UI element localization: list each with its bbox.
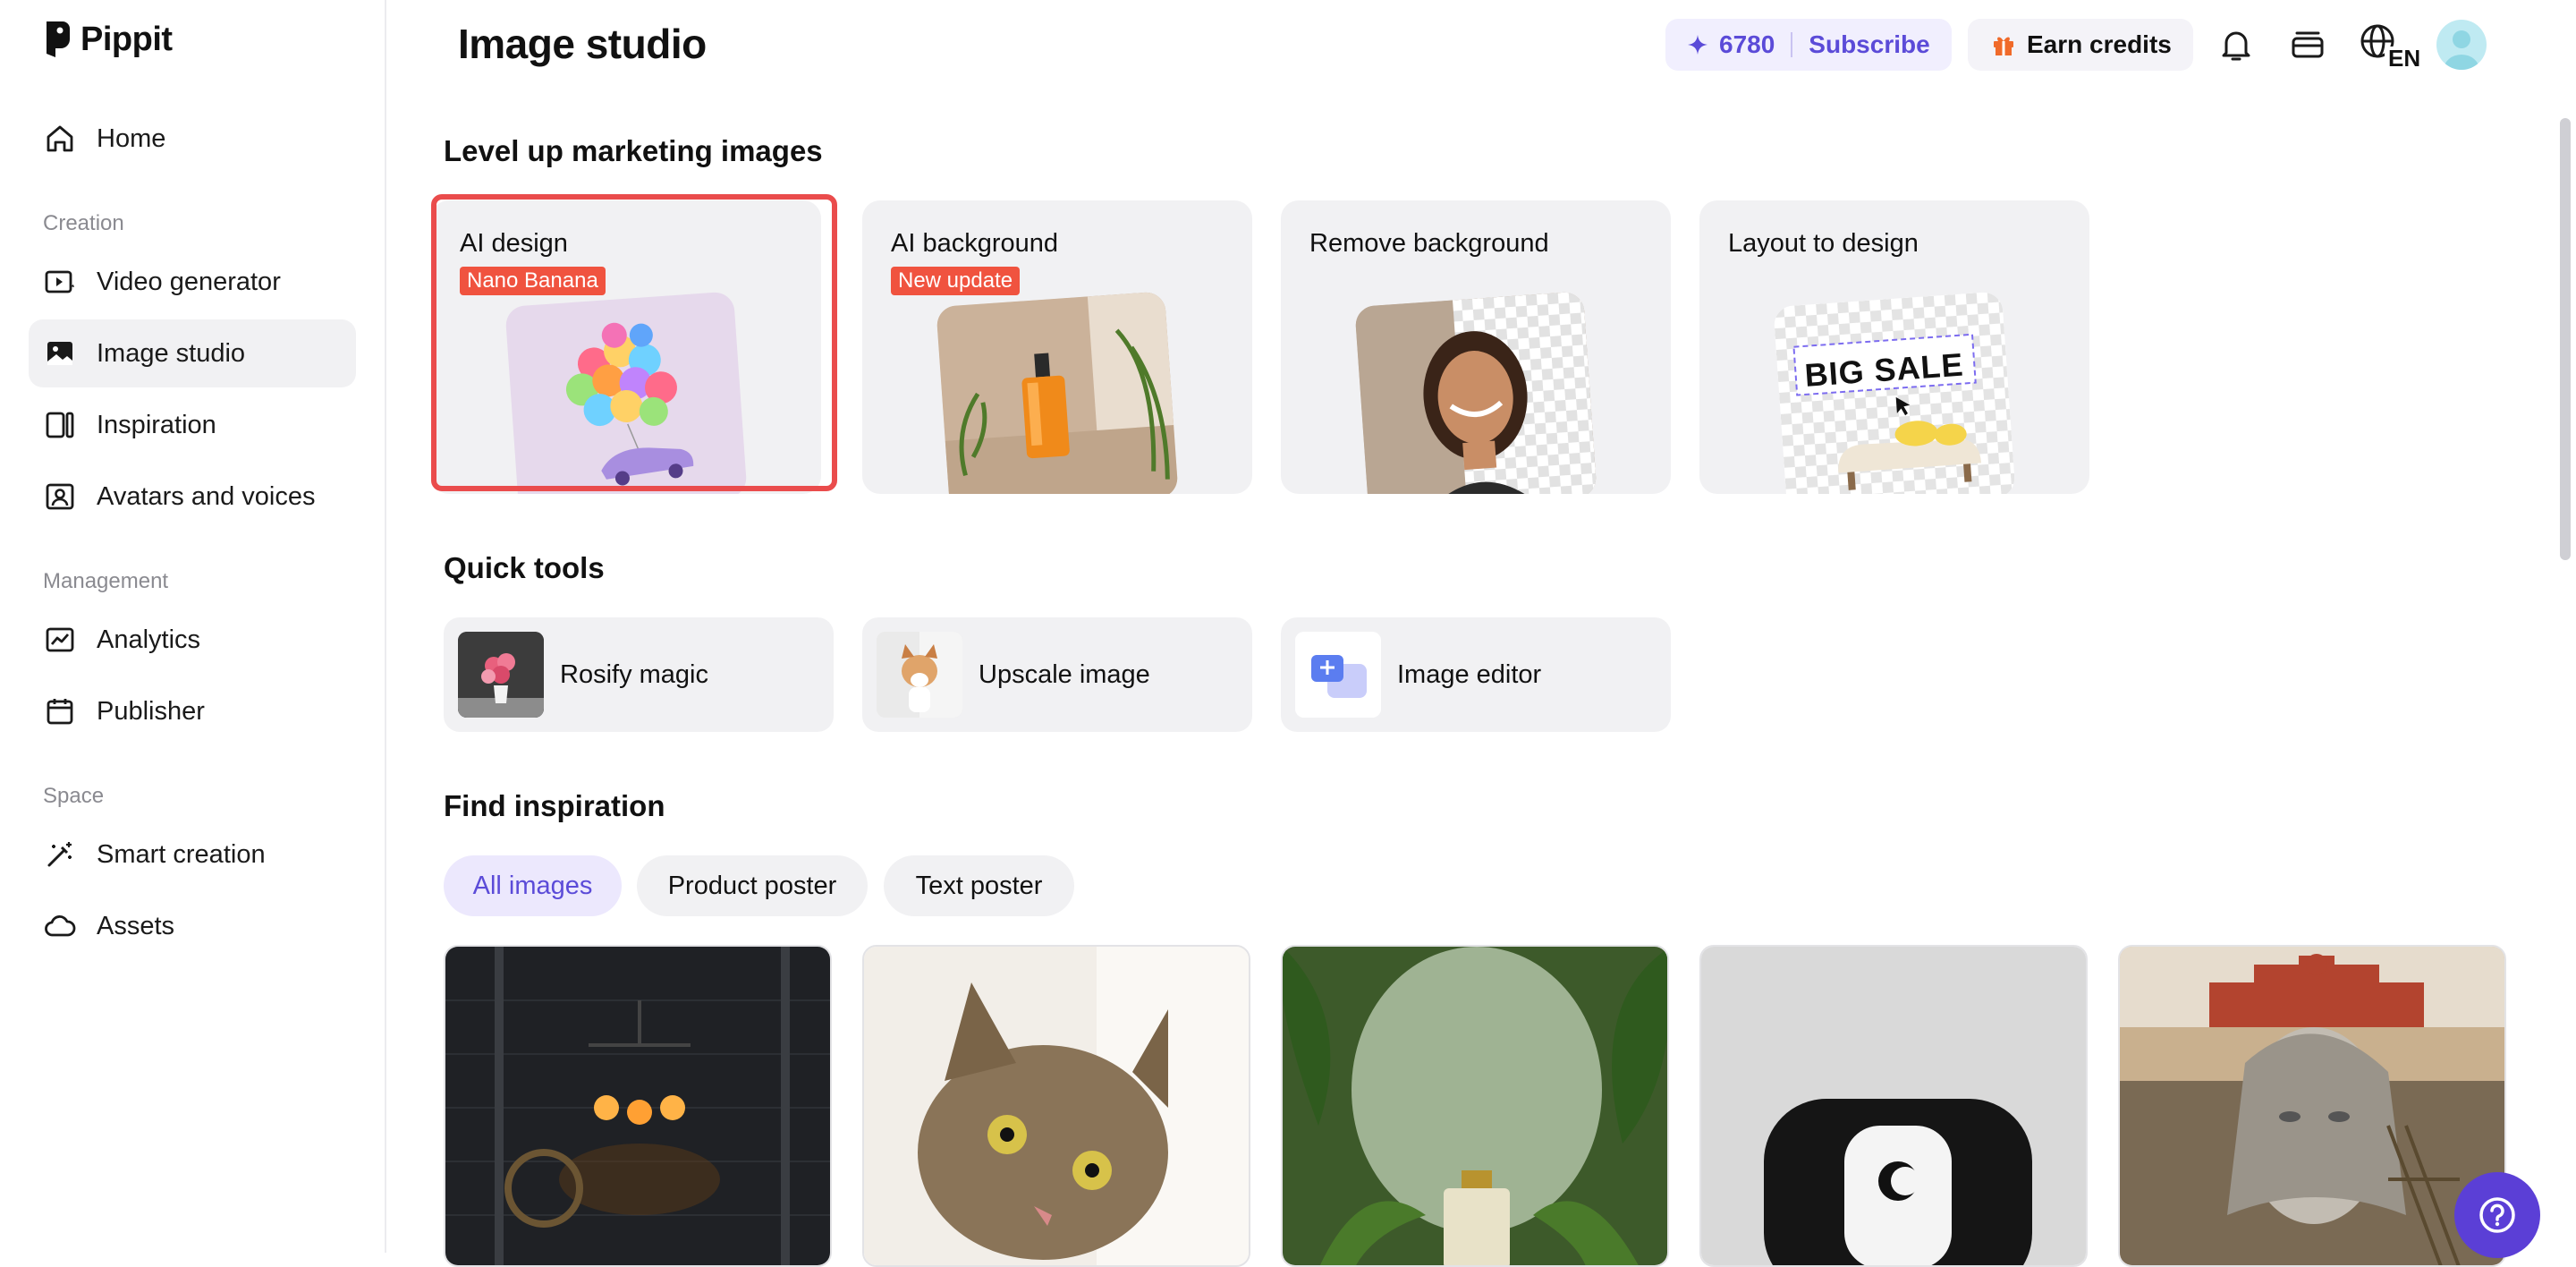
notifications-button[interactable] [2215,23,2258,66]
calendar-icon [47,699,73,725]
page-scrollbar[interactable] [2560,118,2571,560]
gift-icon [1994,37,2013,55]
card-stack-icon [2292,31,2324,58]
language-code: EN [2388,45,2421,72]
avatar-voice-icon [46,483,74,510]
sidebar-item-image-studio[interactable]: Image studio [29,319,356,387]
tool-image-editor[interactable]: Image editor [1281,617,1671,732]
pippit-logo-icon [47,21,70,57]
card-title: AI background [891,229,1059,258]
earn-credits-label: Earn credits [2027,30,2172,58]
sidebar-item-label: Video generator [97,267,281,296]
card-art-portrait-cutout [1354,291,1597,494]
upscale-thumbnail [877,632,962,718]
card-badge: Nano Banana [460,267,606,295]
app-logo[interactable]: Pippit [43,20,173,59]
sidebar-item-analytics[interactable]: Analytics [29,606,356,674]
divider [1791,32,1793,57]
feature-card-layout-to-design[interactable]: Layout to design BIG SALE [1699,200,2089,494]
help-button[interactable] [2454,1172,2540,1258]
filter-product-poster[interactable]: Product poster [637,855,868,916]
credits-subscribe-pill[interactable]: 6780 Subscribe [1665,19,1952,71]
sidebar-item-label: Analytics [97,625,201,654]
home-icon [47,125,73,152]
feature-card-ai-design[interactable]: AI design Nano Banana [431,200,821,494]
sidebar-item-smart-creation[interactable]: Smart creation [29,821,356,889]
gallery-image-industrial-lamps[interactable] [444,945,832,1267]
section-label-space: Space [43,784,105,808]
section-label-creation: Creation [43,211,124,235]
gallery-image-jungle-perfume[interactable] [1281,945,1669,1267]
analytics-icon [46,627,74,652]
filter-all-images[interactable]: All images [444,855,622,916]
sparkle-icon [1688,35,1707,55]
tool-label: Upscale image [979,659,1150,689]
filter-text-poster[interactable]: Text poster [884,855,1074,916]
sidebar-item-label: Image studio [97,338,246,368]
subscribe-link[interactable]: Subscribe [1809,30,1929,59]
card-art-balloon-car [504,291,748,494]
sidebar-item-home[interactable]: Home [29,105,356,173]
magic-wand-icon [47,842,72,867]
card-title: Layout to design [1728,229,1919,258]
tool-upscale-image[interactable]: Upscale image [862,617,1252,732]
sidebar-item-avatars-and-voices[interactable]: Avatars and voices [29,463,356,531]
cloud-icon [45,915,76,937]
image-editor-thumbnail [1295,632,1381,718]
user-avatar[interactable] [2436,20,2487,70]
tool-rosify-magic[interactable]: Rosify magic [444,617,834,732]
rosify-thumbnail [458,632,544,718]
bell-icon [2222,31,2250,61]
gallery-image-statue-palace[interactable] [2118,945,2506,1267]
credits-count: 6780 [1719,30,1775,58]
inspiration-icon [46,412,74,438]
card-art-big-sale: BIG SALE [1773,291,2016,494]
section-label-management: Management [43,569,169,593]
billing-button[interactable] [2286,23,2329,66]
sidebar-item-publisher[interactable]: Publisher [29,677,356,745]
sidebar-item-label: Inspiration [97,410,216,439]
sidebar-item-label: Avatars and voices [97,481,316,511]
section-heading-inspiration: Find inspiration [444,789,665,822]
tool-label: Rosify magic [560,659,708,689]
section-heading-quick-tools: Quick tools [444,551,605,584]
card-title: AI design [460,229,568,258]
card-title: Remove background [1309,229,1549,258]
earn-credits-button[interactable]: Earn credits [1968,19,2193,71]
sidebar-item-label: Assets [97,911,175,940]
sidebar-item-label: Home [97,123,166,153]
sidebar-item-assets[interactable]: Assets [29,892,356,960]
sidebar-item-video-generator[interactable]: Video generator [29,248,356,316]
gallery-image-cat[interactable] [862,945,1250,1267]
card-art-perfume [936,291,1179,494]
image-studio-icon [47,342,72,365]
sidebar-item-label: Smart creation [97,839,266,869]
app-name: Pippit [80,20,173,58]
section-heading-marketing: Level up marketing images [444,134,823,167]
gallery-image-fluffy-object[interactable] [1699,945,2088,1267]
feature-card-ai-background[interactable]: AI background New update [862,200,1252,494]
tool-label: Image editor [1397,659,1542,689]
language-button[interactable]: EN [2358,23,2420,72]
sidebar-item-inspiration[interactable]: Inspiration [29,391,356,459]
video-generator-icon [45,270,74,293]
page-title: Image studio [458,21,707,67]
user-icon [2444,30,2479,70]
sidebar: Pippit Home Creation Video generator Ima… [0,0,386,1253]
sidebar-item-label: Publisher [97,696,205,726]
feature-card-remove-background[interactable]: Remove background [1281,200,1671,494]
card-badge: New update [891,267,1021,295]
question-mark-icon [2479,1197,2515,1233]
